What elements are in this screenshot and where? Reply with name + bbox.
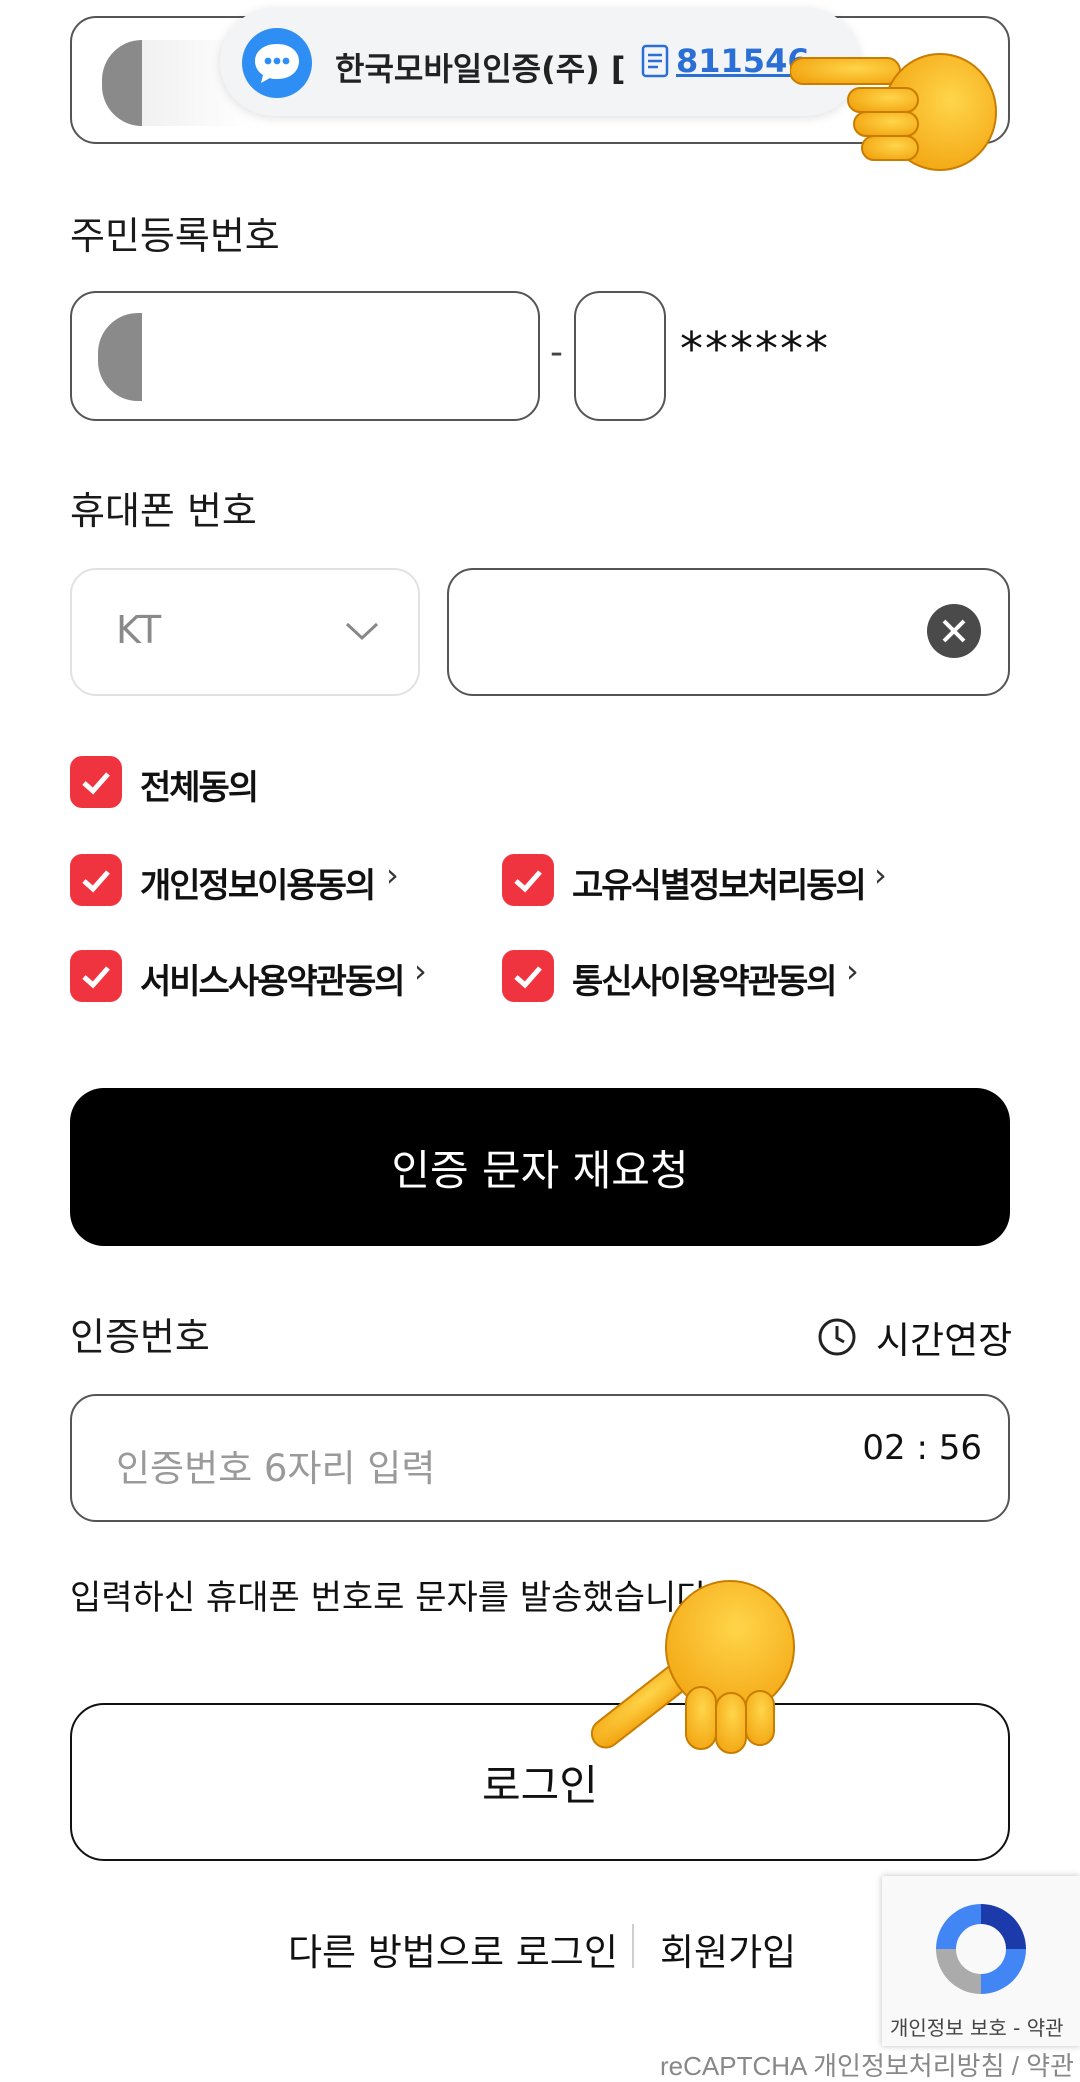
carrier-select[interactable]: KT — [70, 568, 420, 696]
check-icon — [82, 870, 110, 893]
check-icon — [514, 870, 542, 893]
clear-input-button[interactable] — [927, 604, 981, 658]
rrn-masked: ****** — [680, 322, 830, 376]
verification-label: 인증번호 — [70, 1315, 210, 1359]
check-icon — [514, 966, 542, 989]
close-icon — [942, 619, 966, 643]
agree-all-checkbox[interactable] — [70, 756, 122, 808]
agree-service-terms-checkbox[interactable] — [70, 950, 122, 1002]
agree-privacy-label[interactable]: 개인정보이용동의 — [140, 858, 376, 907]
agree-service-terms-label[interactable]: 서비스사용약관동의 — [140, 954, 406, 1003]
pointing-hand-icon — [790, 53, 997, 171]
recaptcha-footer[interactable]: reCAPTCHA 개인정보처리방침 / 약관 — [660, 2046, 1074, 2082]
chevron-right-icon[interactable]: › — [386, 856, 399, 894]
extend-time-button[interactable]: 시간연장 — [816, 1310, 1012, 1364]
countdown-timer: 02 : 56 — [862, 1428, 982, 1468]
messages-app-icon — [242, 28, 312, 98]
agree-carrier-terms-label[interactable]: 통신사이용약관동의 — [572, 954, 838, 1003]
sms-sender: 한국모바일인증(주) [ — [335, 50, 626, 88]
chevron-right-icon[interactable]: › — [846, 952, 859, 990]
rrn-back-input[interactable] — [574, 291, 666, 421]
agree-privacy-checkbox[interactable] — [70, 854, 122, 906]
carrier-value: KT — [116, 608, 162, 652]
rrn-separator: - — [550, 332, 563, 373]
login-button[interactable]: 로그인 — [70, 1703, 1010, 1861]
pointing-hand-icon — [590, 1580, 795, 1754]
sms-notification-banner[interactable]: 한국모바일인증(주) [ 811546 — [220, 8, 860, 116]
signup-link[interactable]: 회원가입 — [660, 1922, 796, 1976]
other-login-link[interactable]: 다른 방법으로 로그인 — [288, 1922, 618, 1976]
recaptcha-logo-icon — [936, 1904, 1026, 1994]
agree-carrier-terms-checkbox[interactable] — [502, 950, 554, 1002]
copy-document-icon — [641, 44, 669, 78]
recaptcha-badge[interactable]: 개인정보 보호 - 약관 — [882, 1876, 1080, 2046]
sms-code-link[interactable]: 811546 — [640, 42, 810, 80]
rrn-front-input[interactable] — [70, 291, 540, 421]
clock-icon — [818, 1318, 856, 1356]
agree-all-label: 전체동의 — [140, 768, 259, 808]
chevron-down-icon — [345, 622, 379, 641]
extend-time-label: 시간연장 — [876, 1319, 1013, 1362]
verification-code-input[interactable]: 인증번호 6자리 입력 02 : 56 — [70, 1394, 1010, 1522]
footer-divider — [632, 1924, 634, 1968]
agree-unique-id-label[interactable]: 고유식별정보처리동의 — [572, 858, 867, 907]
blurred-name — [102, 40, 142, 126]
check-icon — [82, 966, 110, 989]
chevron-right-icon[interactable]: › — [874, 856, 887, 894]
verification-placeholder: 인증번호 6자리 입력 — [116, 1447, 436, 1490]
rrn-label: 주민등록번호 — [70, 214, 280, 258]
recaptcha-links[interactable]: 개인정보 보호 - 약관 — [890, 2012, 1064, 2041]
check-icon — [82, 772, 110, 795]
chevron-right-icon[interactable]: › — [414, 952, 427, 990]
phone-input[interactable] — [447, 568, 1010, 696]
resend-sms-button[interactable]: 인증 문자 재요청 — [70, 1088, 1010, 1246]
agree-unique-id-checkbox[interactable] — [502, 854, 554, 906]
phone-label: 휴대폰 번호 — [70, 489, 257, 533]
blurred-rrn — [98, 313, 142, 401]
